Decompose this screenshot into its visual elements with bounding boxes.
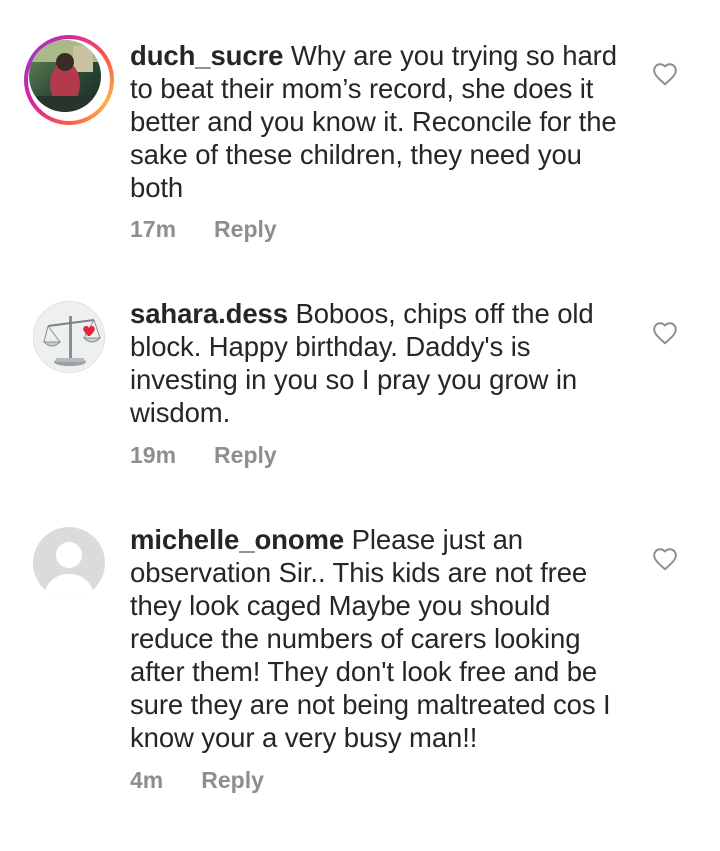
heart-outline-icon[interactable] bbox=[652, 547, 678, 571]
avatar[interactable] bbox=[33, 527, 105, 599]
comment-username[interactable]: sahara.dess bbox=[130, 298, 288, 329]
reply-button[interactable]: Reply bbox=[201, 767, 264, 793]
comment-text: duch_sucre Why are you trying so hard to… bbox=[130, 39, 620, 204]
comment-meta: 19m Reply bbox=[130, 442, 277, 469]
avatar[interactable] bbox=[24, 35, 114, 125]
comment-text: sahara.dess Boboos, chips off the old bl… bbox=[130, 297, 620, 429]
comment-time: 17m bbox=[130, 216, 177, 242]
avatar-photo bbox=[29, 40, 101, 112]
comment-meta: 4m Reply bbox=[130, 767, 264, 794]
heart-outline-icon[interactable] bbox=[652, 62, 678, 86]
comment-meta: 17m Reply bbox=[130, 216, 277, 243]
comment-username[interactable]: michelle_onome bbox=[130, 524, 344, 555]
comment-text: michelle_onome Please just an observatio… bbox=[130, 523, 620, 754]
reply-button[interactable]: Reply bbox=[214, 442, 277, 468]
avatar[interactable] bbox=[33, 301, 105, 373]
comment-username[interactable]: duch_sucre bbox=[130, 40, 283, 71]
reply-button[interactable]: Reply bbox=[214, 216, 277, 242]
comment-body: Please just an observation Sir.. This ki… bbox=[130, 524, 611, 753]
comment-time: 19m bbox=[130, 442, 177, 468]
heart-outline-icon[interactable] bbox=[652, 321, 678, 345]
comment-time: 4m bbox=[130, 767, 164, 793]
